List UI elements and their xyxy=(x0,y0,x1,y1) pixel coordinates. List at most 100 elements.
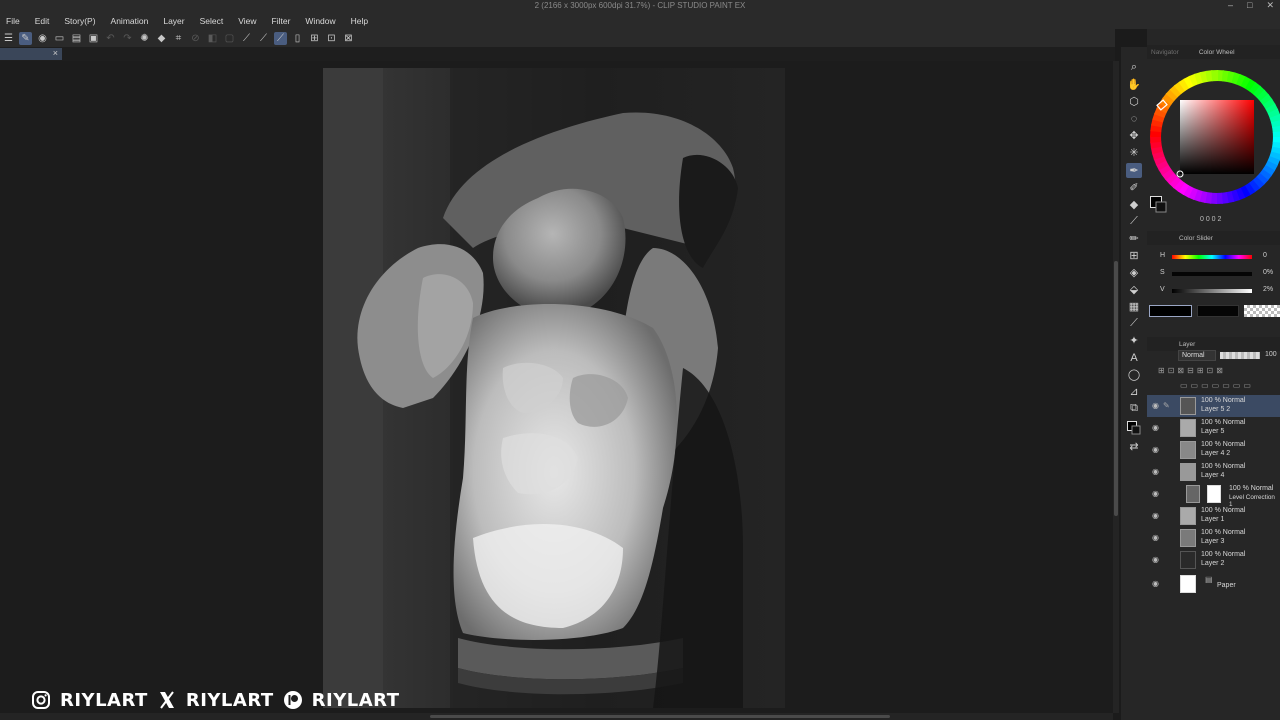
visibility-eye-icon[interactable]: ◉ xyxy=(1152,401,1161,410)
menu-help[interactable]: Help xyxy=(351,16,368,26)
visibility-eye-icon[interactable]: ◉ xyxy=(1152,445,1161,454)
x-handle: RIYLART xyxy=(185,689,274,711)
clear-icon[interactable]: ◧ xyxy=(206,32,219,45)
maximize-button[interactable]: □ xyxy=(1247,0,1252,11)
frame-icon[interactable]: ⊠ xyxy=(342,32,355,45)
layer-blend-mode-select[interactable]: Normal xyxy=(1178,350,1216,361)
fit-icon[interactable]: ⊡ xyxy=(325,32,338,45)
menu-story[interactable]: Story(P) xyxy=(64,16,95,26)
color-history-swatch-1[interactable] xyxy=(1149,305,1192,317)
canvas-vertical-scrollbar[interactable] xyxy=(1113,61,1119,713)
menu-view[interactable]: View xyxy=(238,16,256,26)
minimize-button[interactable]: – xyxy=(1228,0,1233,11)
redo-icon[interactable]: ↷ xyxy=(121,32,134,45)
swap-color-icon[interactable]: ⇄ xyxy=(1126,439,1142,454)
brush-settings-icon[interactable]: ✎ xyxy=(19,31,32,45)
balloon-icon[interactable]: ◯ xyxy=(1126,367,1142,382)
layer-row[interactable]: ◉ 100 % Normal Layer 3 xyxy=(1147,527,1280,549)
magic-wand-icon[interactable]: ✳ xyxy=(1126,145,1142,160)
canvas-tab[interactable]: × xyxy=(0,48,62,60)
window-title: 2 (2166 x 3000px 600dpi 31.7%) - CLIP ST… xyxy=(534,1,746,10)
layer-row[interactable]: ◉ 100 % Normal Layer 5 xyxy=(1147,417,1280,439)
record-icon[interactable]: ◉ xyxy=(36,32,49,45)
layer-opacity-slider[interactable] xyxy=(1220,352,1260,359)
pen-icon[interactable]: ✒ xyxy=(1126,163,1142,178)
color-history-swatch-2[interactable] xyxy=(1197,305,1239,317)
canvas-area[interactable] xyxy=(0,61,1113,713)
layer-row[interactable]: ◉ 100 % Normal Layer 2 xyxy=(1147,549,1280,571)
canvas[interactable] xyxy=(323,68,785,708)
main-color-chip[interactable] xyxy=(1150,196,1167,213)
eyedropper-icon[interactable]: ✐ xyxy=(1126,180,1142,195)
fill-bucket-icon[interactable]: ⬙ xyxy=(1126,282,1142,297)
menu-filter[interactable]: Filter xyxy=(272,16,291,26)
document-icon[interactable]: ▯ xyxy=(291,32,304,45)
value-slider[interactable]: V 2% xyxy=(1160,286,1280,296)
menu-edit[interactable]: Edit xyxy=(35,16,50,26)
visibility-eye-icon[interactable]: ◉ xyxy=(1152,555,1161,564)
hand-icon[interactable]: ✋ xyxy=(1126,77,1142,92)
menu-select[interactable]: Select xyxy=(200,16,224,26)
layer-row[interactable]: ◉ ▤ Paper xyxy=(1147,573,1280,595)
transform-icon[interactable]: ⊘ xyxy=(189,32,202,45)
gradient-icon[interactable]: ▦ xyxy=(1126,299,1142,314)
decoration-icon[interactable]: ⊞ xyxy=(1126,248,1142,263)
tab-navigator[interactable]: Navigator xyxy=(1151,49,1179,56)
deselect-icon[interactable]: ▢ xyxy=(223,32,236,45)
canvas-horizontal-scrollbar[interactable] xyxy=(0,713,1113,720)
correct-line-icon[interactable]: ⊿ xyxy=(1126,384,1142,399)
pencil-icon[interactable]: ✏ xyxy=(1126,231,1142,246)
hamburger-icon[interactable]: ☰ xyxy=(2,32,15,45)
visibility-eye-icon[interactable]: ◉ xyxy=(1152,467,1161,476)
horizontal-scroll-thumb[interactable] xyxy=(430,715,890,718)
grid-icon[interactable]: ⊞ xyxy=(308,32,321,45)
visibility-eye-icon[interactable]: ◉ xyxy=(1152,579,1161,588)
layer-row[interactable]: ◉ 100 % Normal Layer 1 xyxy=(1147,505,1280,527)
frame-border-icon[interactable]: ✦ xyxy=(1126,333,1142,348)
visibility-eye-icon[interactable]: ◉ xyxy=(1152,489,1161,498)
lasso-select-icon[interactable]: ✺ xyxy=(138,32,151,45)
open-folder-icon[interactable]: ▤ xyxy=(70,32,83,45)
menu-layer[interactable]: Layer xyxy=(163,16,184,26)
eraser-icon[interactable]: ◆ xyxy=(1126,197,1142,212)
hue-slider[interactable]: H 0 xyxy=(1160,252,1280,262)
main-color-icon[interactable] xyxy=(1126,420,1142,435)
menu-animation[interactable]: Animation xyxy=(111,16,149,26)
move-icon[interactable]: ✥ xyxy=(1126,128,1142,143)
pen-ruler-icon[interactable]: ⟋ xyxy=(257,32,270,45)
close-window-button[interactable]: ✕ xyxy=(1266,0,1274,11)
fill-icon[interactable]: ◆ xyxy=(155,32,168,45)
operation-icon[interactable]: ⬡ xyxy=(1126,94,1142,109)
save-icon[interactable]: ▣ xyxy=(87,32,100,45)
ruler-icon[interactable]: ⟋ xyxy=(240,32,253,45)
transparent-swatch[interactable] xyxy=(1244,305,1280,317)
layer-mask-thumbnail xyxy=(1207,485,1221,503)
layer-tool-icon[interactable]: ⧉ xyxy=(1126,401,1142,416)
layer-row[interactable]: ◉ ✎ 100 % Normal Layer 5 2 xyxy=(1147,395,1280,417)
brush-icon[interactable]: ⟋ xyxy=(1126,214,1142,229)
undo-icon[interactable]: ↶ xyxy=(104,32,117,45)
zoom-icon[interactable]: ⌕ xyxy=(1126,60,1142,75)
saturation-slider[interactable]: S 0% xyxy=(1160,269,1280,279)
new-file-icon[interactable]: ▭ xyxy=(53,32,66,45)
layer-row[interactable]: ◉ 100 % Normal Layer 4 xyxy=(1147,461,1280,483)
layer-row[interactable]: ◉ 100 % Normal Level Correction 1 xyxy=(1147,483,1280,508)
visibility-eye-icon[interactable]: ◉ xyxy=(1152,423,1161,432)
crop-icon[interactable]: ⌗ xyxy=(172,32,185,45)
menu-bar: File Edit Story(P) Animation Layer Selec… xyxy=(0,13,1280,29)
blend-icon[interactable]: ◈ xyxy=(1126,265,1142,280)
layer-row[interactable]: ◉ 100 % Normal Layer 4 2 xyxy=(1147,439,1280,461)
visibility-eye-icon[interactable]: ◉ xyxy=(1152,533,1161,542)
color-wheel-readout: 0 0 0 2 xyxy=(1200,216,1222,223)
figure-icon[interactable]: ⟋ xyxy=(1126,316,1142,331)
text-icon[interactable]: A xyxy=(1126,350,1142,365)
menu-window[interactable]: Window xyxy=(305,16,335,26)
color-wheel[interactable] xyxy=(1148,68,1280,210)
visibility-eye-icon[interactable]: ◉ xyxy=(1152,511,1161,520)
close-tab-icon[interactable]: × xyxy=(53,48,58,58)
lasso-icon[interactable]: ◌ xyxy=(1126,111,1142,126)
menu-file[interactable]: File xyxy=(6,16,20,26)
vertical-scroll-thumb[interactable] xyxy=(1114,261,1118,516)
snap-icon[interactable]: ⟋ xyxy=(274,31,287,45)
tab-color-wheel[interactable]: Color Wheel xyxy=(1199,49,1235,56)
